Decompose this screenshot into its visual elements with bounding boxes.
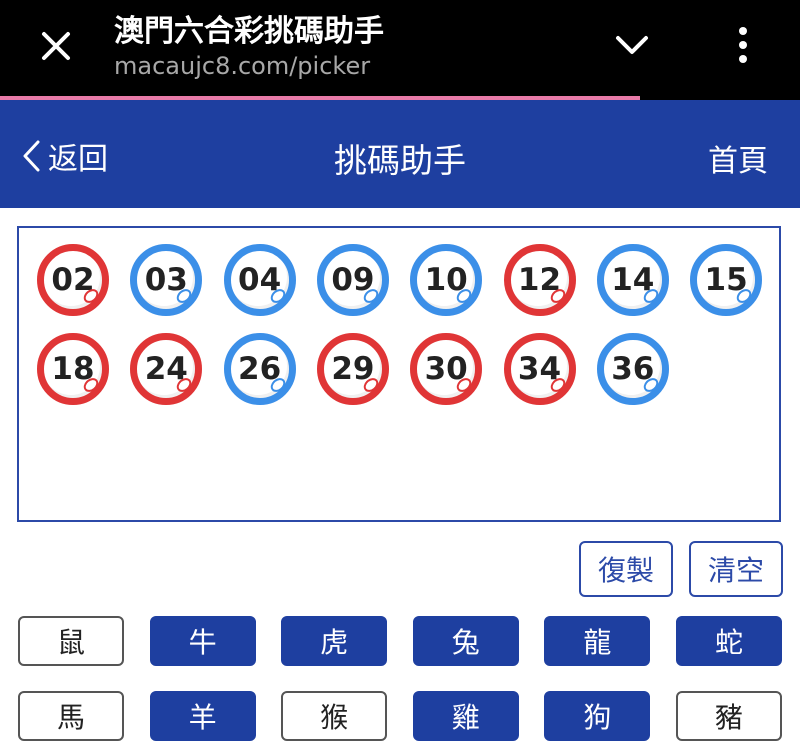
- number-ball[interactable]: 18: [37, 333, 109, 405]
- zodiac-button[interactable]: 狗: [544, 691, 651, 741]
- copy-button[interactable]: 復製: [579, 541, 673, 597]
- zodiac-button[interactable]: 龍: [544, 616, 651, 666]
- zodiac-button[interactable]: 兔: [412, 616, 519, 666]
- zodiac-button[interactable]: 蛇: [676, 616, 782, 666]
- number-ball[interactable]: 29: [316, 333, 389, 405]
- number-ball[interactable]: 04: [223, 244, 296, 316]
- home-link[interactable]: 首頁: [708, 136, 768, 180]
- number-ball[interactable]: 12: [503, 244, 576, 316]
- number-ball[interactable]: 09: [316, 244, 389, 316]
- more-vert-icon[interactable]: [728, 20, 758, 70]
- browser-page-title: 澳門六合彩挑碼助手: [114, 14, 384, 49]
- zodiac-button[interactable]: 雞: [412, 691, 519, 741]
- app-header: 返回 挑碼助手 首頁: [0, 100, 800, 208]
- number-ball[interactable]: 30: [410, 333, 483, 405]
- number-ball[interactable]: 36: [596, 333, 669, 405]
- browser-bar: 澳門六合彩挑碼助手 macaujc8.com/picker: [0, 0, 800, 100]
- browser-url[interactable]: macaujc8.com/picker: [114, 52, 370, 80]
- number-ball[interactable]: 26: [223, 333, 296, 405]
- zodiac-button[interactable]: 虎: [281, 616, 388, 666]
- number-ball[interactable]: 24: [130, 333, 203, 405]
- zodiac-button[interactable]: 牛: [149, 616, 256, 666]
- zodiac-button[interactable]: 豬: [676, 691, 782, 741]
- zodiac-button[interactable]: 羊: [149, 691, 256, 741]
- zodiac-button[interactable]: 鼠: [18, 616, 124, 666]
- number-ball[interactable]: 02: [37, 244, 109, 316]
- number-ball[interactable]: 03: [130, 244, 203, 316]
- zodiac-button[interactable]: 猴: [281, 691, 388, 741]
- number-ball[interactable]: 10: [410, 244, 483, 316]
- page-title: 挑碼助手: [334, 141, 466, 180]
- chevron-down-icon[interactable]: [610, 26, 654, 66]
- selected-numbers-panel: 02 03 04 09 10 12 14 15 18 24 26 29 30 34 36: [17, 226, 781, 522]
- number-ball[interactable]: 15: [690, 244, 763, 316]
- number-ball[interactable]: 14: [596, 244, 669, 316]
- clear-button[interactable]: 清空: [689, 541, 783, 597]
- close-icon[interactable]: [36, 26, 76, 66]
- zodiac-button[interactable]: 馬: [18, 691, 124, 741]
- number-ball[interactable]: 34: [503, 333, 576, 405]
